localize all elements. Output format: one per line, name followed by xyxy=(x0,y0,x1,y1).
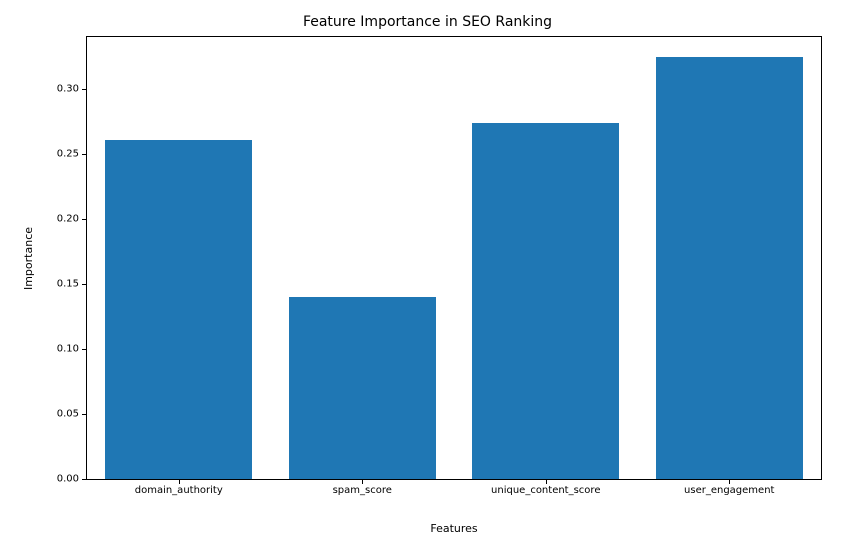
ytick-label: 0.10 xyxy=(57,344,87,355)
ytick-label: 0.30 xyxy=(57,84,87,95)
ytick-label: 0.20 xyxy=(57,214,87,225)
ytick-label: 0.15 xyxy=(57,279,87,290)
xtick-label: domain_authority xyxy=(135,479,223,496)
y-axis-label: Importance xyxy=(22,36,36,480)
bar xyxy=(656,57,803,480)
xtick-label: unique_content_score xyxy=(491,479,600,496)
xtick-label: spam_score xyxy=(333,479,392,496)
bar-group: domain_authority spam_score unique_conte… xyxy=(87,37,821,479)
chart-figure: Feature Importance in SEO Ranking 0.00 0… xyxy=(0,0,855,547)
chart-title: Feature Importance in SEO Ranking xyxy=(0,14,855,30)
y-axis-label-text: Importance xyxy=(23,226,36,289)
bar xyxy=(105,140,252,479)
xtick-label: user_engagement xyxy=(684,479,774,496)
x-axis-label: Features xyxy=(86,522,822,535)
ytick-label: 0.05 xyxy=(57,409,87,420)
plot-area: 0.00 0.05 0.10 0.15 0.20 0.25 0.30 xyxy=(86,36,822,480)
bar xyxy=(289,297,436,479)
bar xyxy=(472,123,619,479)
ytick-label: 0.25 xyxy=(57,149,87,160)
ytick-label: 0.00 xyxy=(57,474,87,485)
